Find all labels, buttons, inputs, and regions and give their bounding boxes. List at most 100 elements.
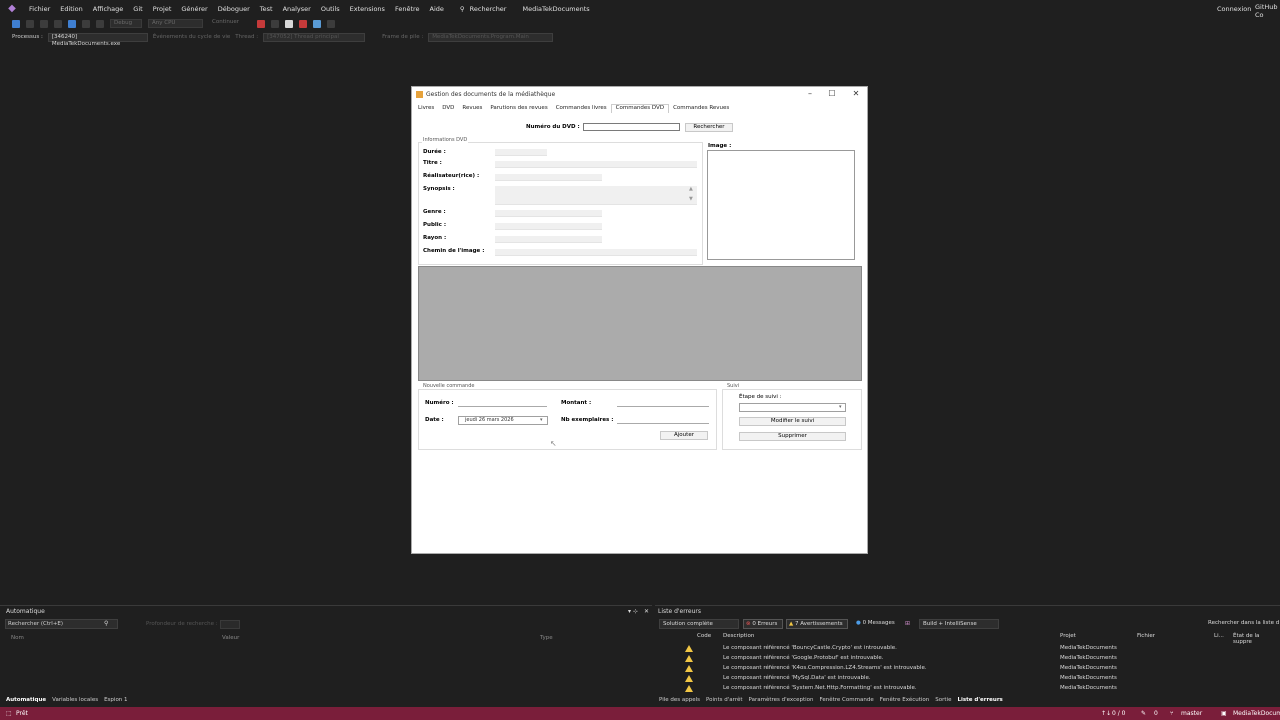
synopsis-scroll-down-icon[interactable]: ▼ (689, 196, 693, 202)
col-code[interactable]: Code (697, 633, 711, 639)
error-search-input[interactable]: Rechercher dans la liste d (1208, 620, 1279, 626)
tab-livres[interactable]: Livres (414, 104, 438, 113)
counter[interactable]: 0 / 0 (1112, 707, 1125, 720)
date-picker[interactable]: jeudi 26 mars 2026 (458, 416, 548, 425)
tab-fenetre-execution[interactable]: Fenêtre Exécution (880, 697, 930, 703)
col-fichier[interactable]: Fichier (1137, 633, 1155, 639)
menu-edition[interactable]: Edition (55, 5, 88, 13)
tab-commandes-revues[interactable]: Commandes Revues (669, 104, 733, 113)
col-projet[interactable]: Projet (1060, 633, 1076, 639)
step-icon[interactable] (327, 19, 335, 28)
pause-icon[interactable] (285, 19, 293, 28)
build-filter-dropdown[interactable]: Build + IntelliSense (919, 619, 999, 629)
montant-input[interactable] (617, 399, 709, 407)
numero-input[interactable] (458, 399, 547, 407)
arrows-icon[interactable]: ↑↓ (1101, 707, 1111, 720)
table-row[interactable]: Le composant référencé 'K4os.Compression… (655, 664, 1280, 674)
nb-exemplaires-input[interactable] (617, 416, 709, 424)
tab-fenetre-commande[interactable]: Fenêtre Commande (820, 697, 874, 703)
undo-icon[interactable] (82, 19, 90, 28)
add-order-button[interactable]: Ajouter (660, 431, 708, 440)
table-row[interactable]: Le composant référencé 'Google.Protobuf'… (655, 654, 1280, 664)
menu-fenetre[interactable]: Fenêtre (390, 5, 425, 13)
menu-test[interactable]: Test (255, 5, 278, 13)
restart-icon[interactable] (313, 19, 321, 28)
back-icon[interactable] (12, 19, 20, 28)
menu-aide[interactable]: Aide (425, 5, 449, 13)
forward-icon[interactable] (26, 19, 34, 28)
new-file-icon[interactable] (40, 19, 48, 28)
col-ligne[interactable]: Li... (1214, 633, 1224, 639)
depth-dropdown[interactable] (220, 620, 240, 629)
tab-espion[interactable]: Espion 1 (104, 697, 127, 703)
vs-search-button[interactable]: Rechercher (470, 5, 512, 13)
tab-parutions[interactable]: Parutions des revues (486, 104, 551, 113)
frame-dropdown[interactable]: MediaTekDocuments.Program.Main (428, 32, 554, 42)
hot-reload-icon[interactable] (271, 19, 279, 28)
stop-debug-icon[interactable] (299, 19, 307, 28)
filter-icon[interactable]: ⊞ (905, 620, 910, 627)
menu-projet[interactable]: Projet (148, 5, 177, 13)
dvd-number-input[interactable] (583, 123, 680, 131)
changes-count[interactable]: 0 (1154, 707, 1158, 720)
tab-liste-erreurs[interactable]: Liste d'erreurs (957, 697, 1002, 703)
menu-extensions[interactable]: Extensions (345, 5, 390, 13)
search-button[interactable]: Rechercher (685, 123, 733, 132)
branch-icon[interactable]: ⑂ (1170, 707, 1174, 720)
tab-pile-appels[interactable]: Pile des appels (659, 697, 700, 703)
warnings-filter-button[interactable]: ▲ 7 Avertissements (786, 619, 848, 629)
auto-panel-close-icon[interactable]: ✕ (644, 608, 649, 615)
etape-chevron-down-icon[interactable]: ▾ (839, 404, 842, 410)
messages-filter-button[interactable]: ● 0 Messages (854, 619, 900, 629)
tab-variables-locales[interactable]: Variables locales (52, 697, 98, 703)
continue-button[interactable]: Continuer (209, 19, 251, 28)
col-valeur[interactable]: Valeur (222, 635, 239, 641)
minimize-icon[interactable]: – (799, 88, 821, 100)
table-row[interactable]: Le composant référencé 'BouncyCastle.Cry… (655, 644, 1280, 654)
open-icon[interactable] (54, 19, 62, 28)
scope-dropdown[interactable]: Solution complète (659, 619, 739, 629)
save-icon[interactable] (68, 19, 76, 28)
tab-automatique[interactable]: Automatique (6, 697, 46, 703)
close-icon[interactable]: ✕ (845, 88, 867, 100)
tab-commandes-dvd[interactable]: Commandes DVD (610, 104, 670, 113)
table-row[interactable]: Le composant référencé 'MySql.Data' est … (655, 674, 1280, 684)
redo-icon[interactable] (96, 19, 104, 28)
etape-combo[interactable] (739, 403, 846, 412)
menu-fichier[interactable]: Fichier (24, 5, 55, 13)
maximize-icon[interactable]: ☐ (821, 88, 843, 100)
repo-name[interactable]: MediaTekDocuments (1233, 707, 1280, 720)
auto-search-icon[interactable]: ⚲ (104, 620, 108, 627)
tab-points-arret[interactable]: Points d'arrêt (706, 697, 743, 703)
col-nom[interactable]: Nom (11, 635, 24, 641)
tab-parametres-exception[interactable]: Paramètres d'exception (749, 697, 814, 703)
date-picker-chevron-down-icon[interactable]: ▾ (540, 417, 543, 423)
tab-dvd[interactable]: DVD (438, 104, 458, 113)
orders-grid[interactable] (418, 266, 862, 381)
menu-outils[interactable]: Outils (316, 5, 345, 13)
col-description[interactable]: Description (723, 633, 754, 639)
branch-name[interactable]: master (1181, 707, 1202, 720)
config-dropdown[interactable]: Debug (110, 19, 142, 28)
delete-button[interactable]: Supprimer (739, 432, 846, 441)
menu-git[interactable]: Git (128, 5, 147, 13)
modify-suivi-button[interactable]: Modifier le suivi (739, 417, 846, 426)
auto-panel-pin-icon[interactable]: ▾ ⊹ (628, 608, 638, 615)
menu-analyser[interactable]: Analyser (278, 5, 316, 13)
search-icon[interactable]: ⚲ (455, 5, 470, 13)
auto-search-input[interactable]: Rechercher (Ctrl+E) (5, 619, 118, 629)
synopsis-scroll-up-icon[interactable]: ▲ (689, 186, 693, 192)
menu-affichage[interactable]: Affichage (88, 5, 129, 13)
repo-icon[interactable]: ▣ (1221, 707, 1227, 720)
pencil-icon[interactable]: ✎ (1141, 707, 1146, 720)
tab-sortie[interactable]: Sortie (935, 697, 951, 703)
process-dropdown[interactable]: [346240] MediaTekDocuments.exe (47, 32, 148, 47)
menu-generer[interactable]: Générer (176, 5, 212, 13)
tab-commandes-livres[interactable]: Commandes livres (552, 104, 611, 113)
col-type[interactable]: Type (540, 635, 553, 641)
errors-filter-button[interactable]: ⊗ 0 Erreurs (743, 619, 783, 629)
menu-deboguer[interactable]: Déboguer (213, 5, 255, 13)
lifecycle-events[interactable]: Événements du cycle de vie (153, 34, 230, 40)
table-row[interactable]: Le composant référencé 'System.Net.Http.… (655, 684, 1280, 694)
platform-dropdown[interactable]: Any CPU (148, 19, 203, 28)
